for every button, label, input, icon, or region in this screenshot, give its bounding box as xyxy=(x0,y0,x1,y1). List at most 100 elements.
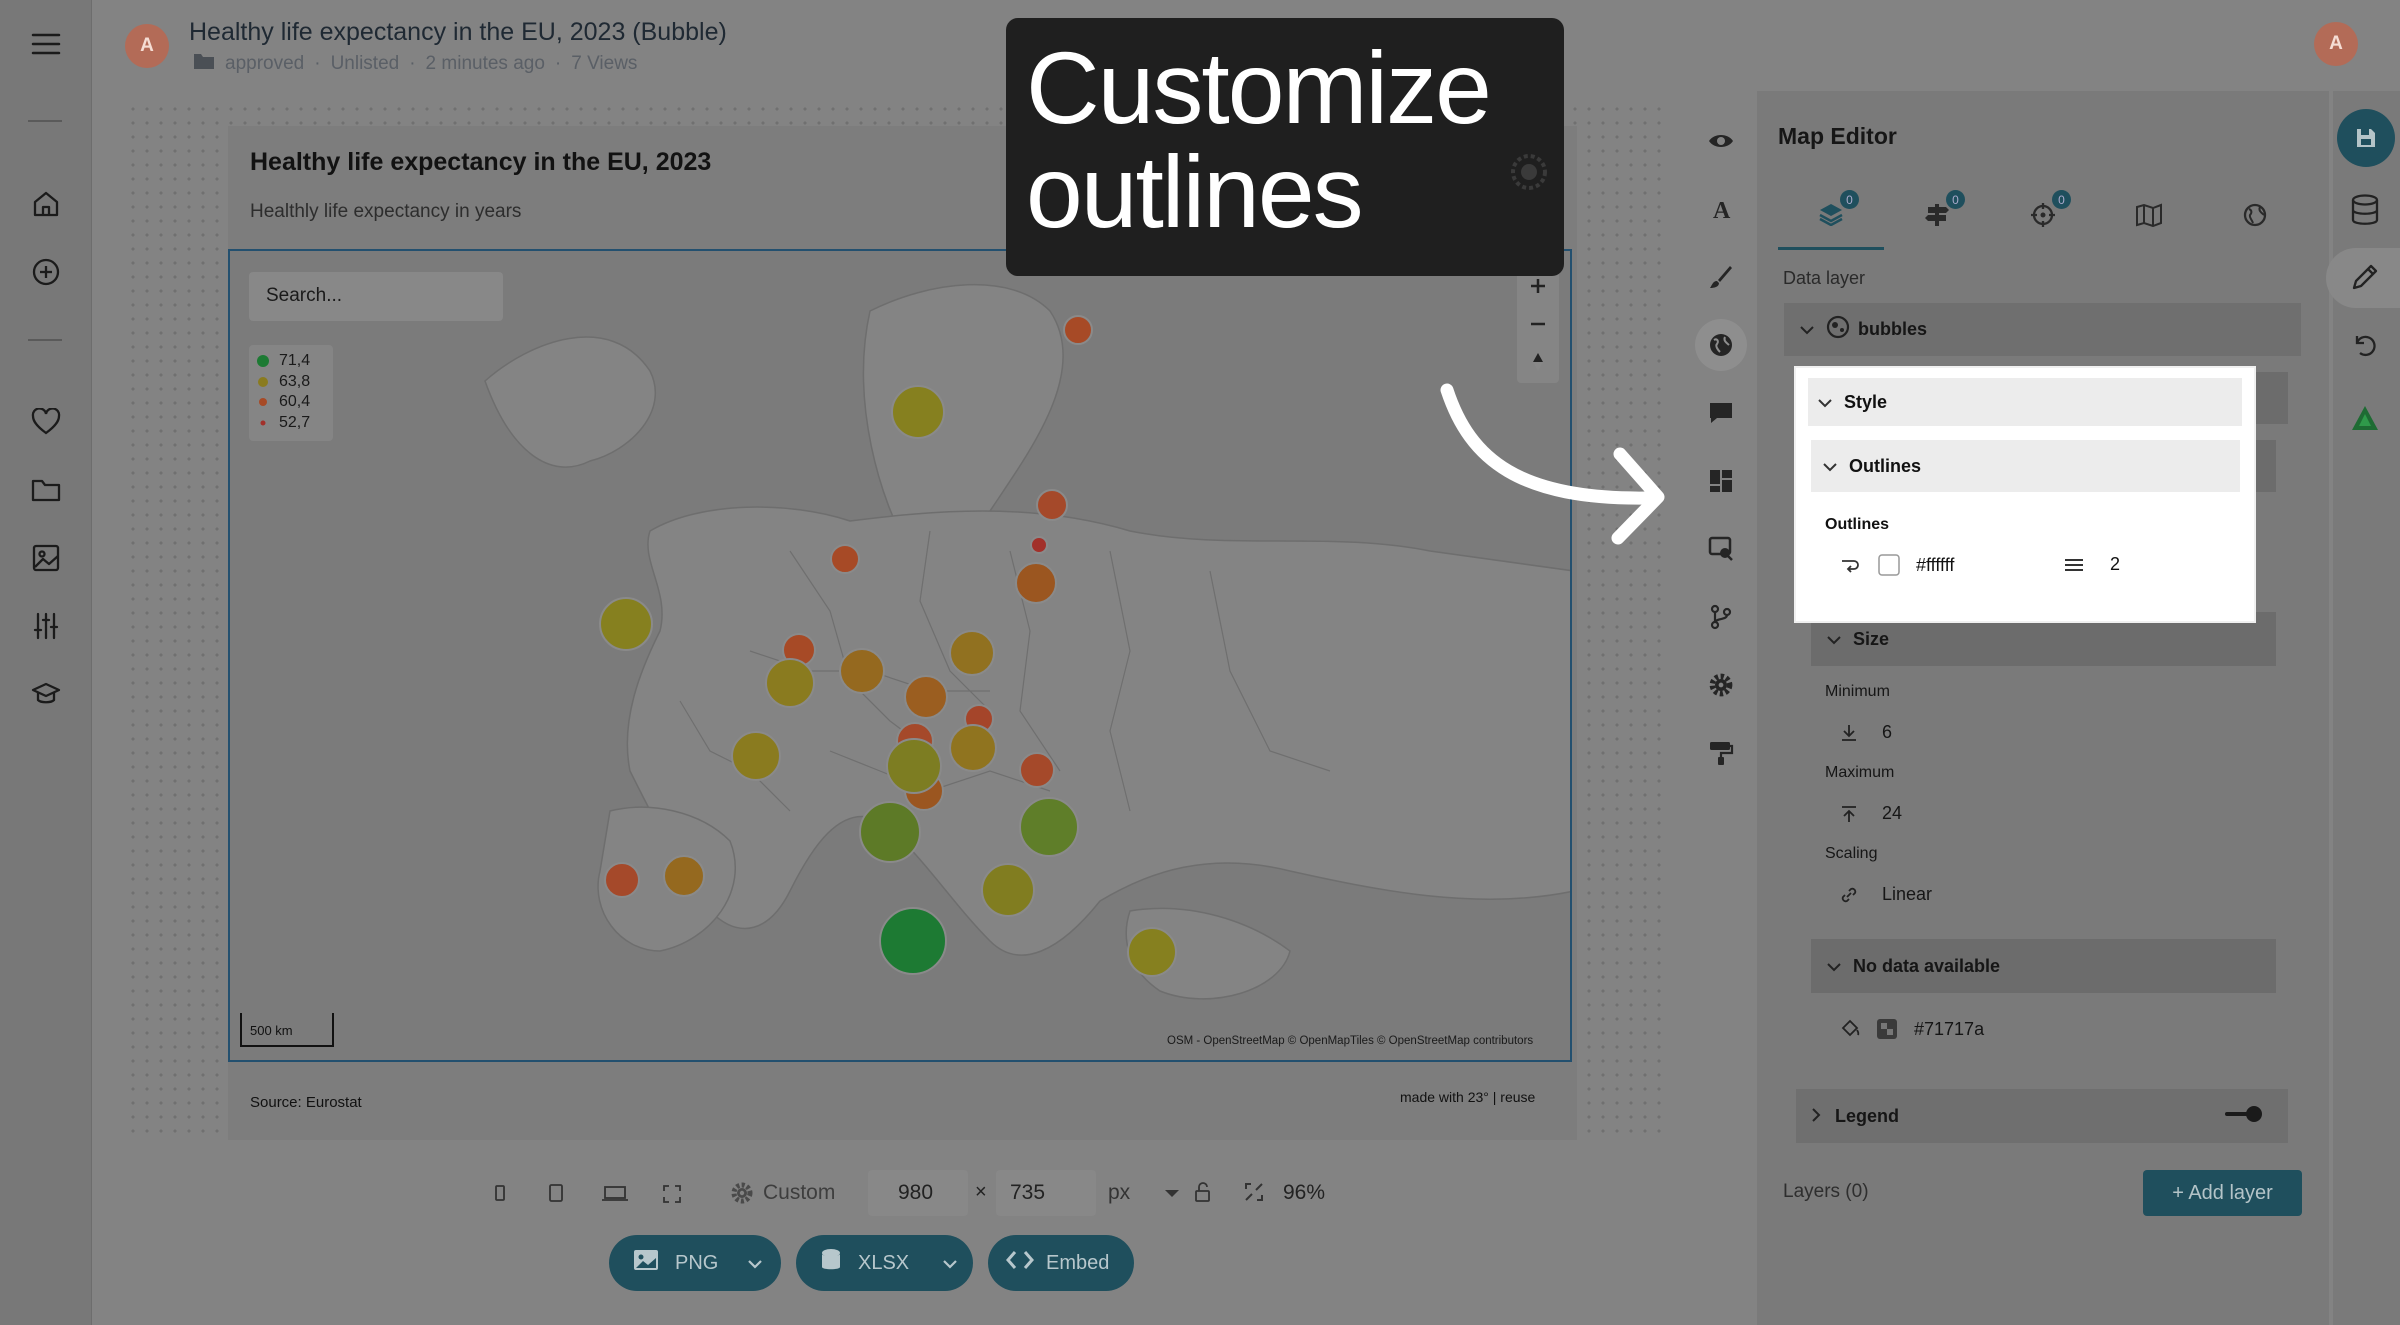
zoom-out-button[interactable] xyxy=(1517,307,1559,341)
bubble[interactable] xyxy=(663,855,705,897)
brand-icon[interactable] xyxy=(2350,404,2380,437)
gear-icon[interactable] xyxy=(730,1181,756,1207)
logo-watermark-icon xyxy=(1507,150,1551,199)
tab-data-layers[interactable]: 0 xyxy=(1778,180,1884,250)
chevron-down-icon[interactable] xyxy=(1818,392,1832,413)
bubble[interactable] xyxy=(859,801,921,863)
branch-icon[interactable] xyxy=(1695,591,1747,643)
no-data-section-header[interactable]: No data available xyxy=(1811,939,2276,993)
bubble[interactable] xyxy=(839,648,885,694)
layer-row-bubbles[interactable]: bubbles xyxy=(1784,303,2301,356)
chart-subtitle[interactable]: Healthly life expectancy in years xyxy=(250,201,521,223)
pencil-icon[interactable] xyxy=(2350,262,2380,297)
made-with-link[interactable]: made with 23° | reuse xyxy=(1400,1089,1535,1105)
add-layer-button[interactable]: + Add layer xyxy=(2143,1170,2302,1216)
menu-icon[interactable] xyxy=(26,24,66,64)
owner-avatar[interactable]: A xyxy=(125,24,169,68)
eye-icon[interactable] xyxy=(1695,115,1747,167)
bubble[interactable] xyxy=(949,724,997,772)
bubble[interactable] xyxy=(731,731,781,781)
heart-icon[interactable] xyxy=(26,402,66,442)
bubble[interactable] xyxy=(949,630,995,676)
undo-icon[interactable] xyxy=(2351,332,2379,363)
database-icon[interactable] xyxy=(2350,194,2380,231)
tablet-size-icon[interactable] xyxy=(544,1180,568,1208)
style-section-header[interactable]: Style xyxy=(1808,378,2242,426)
size-preset-label[interactable]: Custom xyxy=(763,1181,835,1205)
color-swatch[interactable] xyxy=(1878,554,1900,576)
legend-toggle[interactable] xyxy=(2224,1104,2264,1129)
bubble[interactable] xyxy=(879,907,947,975)
bubble[interactable] xyxy=(599,597,653,651)
chart-source: Source: Eurostat xyxy=(250,1094,362,1111)
bubble[interactable] xyxy=(604,862,640,898)
desktop-size-icon[interactable] xyxy=(600,1180,630,1208)
color-swatch[interactable] xyxy=(1876,1018,1898,1040)
chevron-down-icon[interactable] xyxy=(1800,319,1814,340)
home-icon[interactable] xyxy=(26,184,66,224)
bubble[interactable] xyxy=(1019,797,1079,857)
academy-icon[interactable] xyxy=(26,674,66,714)
outline-width-field[interactable]: 2 xyxy=(2064,554,2120,575)
bubble[interactable] xyxy=(886,738,942,794)
bubble[interactable] xyxy=(1019,752,1055,788)
bubble[interactable] xyxy=(1063,315,1093,345)
chart-title[interactable]: Healthy life expectancy in the EU, 2023 xyxy=(250,148,711,177)
maximum-field[interactable]: 24 xyxy=(1840,803,1902,824)
chevron-down-icon[interactable] xyxy=(1823,456,1837,477)
scaling-field[interactable]: Linear xyxy=(1840,884,1932,905)
unit-select[interactable]: px xyxy=(1108,1181,1130,1205)
bubble[interactable] xyxy=(1036,489,1068,521)
legend-section-header[interactable]: Legend xyxy=(1796,1089,2288,1143)
text-icon[interactable]: A xyxy=(1695,183,1747,235)
no-data-color-field[interactable]: #71717a xyxy=(1840,1018,1984,1040)
annotation-icon[interactable] xyxy=(1695,523,1747,575)
mobile-size-icon[interactable] xyxy=(488,1180,512,1208)
tab-markers[interactable]: 0 xyxy=(1990,180,2096,250)
bubble[interactable] xyxy=(830,544,860,574)
save-button[interactable] xyxy=(2337,109,2395,167)
sliders-icon[interactable] xyxy=(26,606,66,646)
settings-icon[interactable] xyxy=(1695,659,1747,711)
add-icon[interactable] xyxy=(26,252,66,292)
layout-icon[interactable] xyxy=(1695,455,1747,507)
bubble[interactable] xyxy=(891,385,945,439)
height-input[interactable]: 735 xyxy=(996,1170,1096,1216)
bubble[interactable] xyxy=(904,675,948,719)
width-input[interactable]: 980 xyxy=(868,1170,968,1216)
map-search-input[interactable]: Search... xyxy=(249,272,503,321)
chevron-down-icon[interactable] xyxy=(748,1252,763,1275)
fit-zoom-icon[interactable] xyxy=(1242,1180,1266,1209)
image-icon[interactable] xyxy=(26,538,66,578)
chevron-down-icon[interactable] xyxy=(1164,1186,1180,1204)
layer-name: bubbles xyxy=(1858,319,1928,339)
chevron-down-icon[interactable] xyxy=(1827,629,1841,650)
bubble[interactable] xyxy=(1127,927,1177,977)
folder-icon[interactable] xyxy=(26,470,66,510)
chevron-right-icon[interactable] xyxy=(1812,1106,1821,1127)
outlines-section-header[interactable]: Outlines xyxy=(1811,440,2240,492)
globe-icon[interactable] xyxy=(1695,319,1747,371)
chevron-down-icon[interactable] xyxy=(943,1252,957,1275)
embed-button[interactable]: Embed xyxy=(988,1235,1134,1291)
tab-projection[interactable] xyxy=(2202,180,2308,250)
lock-ratio-icon[interactable] xyxy=(1193,1180,1213,1209)
tab-basemap[interactable] xyxy=(2096,180,2202,250)
chevron-down-icon[interactable] xyxy=(1827,956,1841,977)
user-avatar[interactable]: A xyxy=(2314,22,2358,66)
outlines-label: Outlines xyxy=(1825,516,1890,533)
png-export-button[interactable]: PNG xyxy=(609,1235,781,1291)
tab-symbols[interactable]: 0 xyxy=(1884,180,1990,250)
paint-roller-icon[interactable] xyxy=(1695,727,1747,779)
outline-color-field[interactable]: #ffffff xyxy=(1840,554,1954,576)
map-attribution[interactable]: OSM - OpenStreetMap © OpenMapTiles © Ope… xyxy=(1167,1035,1533,1047)
comment-icon[interactable] xyxy=(1695,387,1747,439)
brush-icon[interactable] xyxy=(1695,251,1747,303)
fullscreen-icon[interactable] xyxy=(658,1180,686,1208)
bubble[interactable] xyxy=(1015,562,1057,604)
bubble[interactable] xyxy=(1030,536,1048,554)
xlsx-export-button[interactable]: XLSX xyxy=(796,1235,973,1291)
bubble[interactable] xyxy=(765,658,815,708)
bubble[interactable] xyxy=(981,863,1035,917)
minimum-field[interactable]: 6 xyxy=(1840,722,1892,743)
